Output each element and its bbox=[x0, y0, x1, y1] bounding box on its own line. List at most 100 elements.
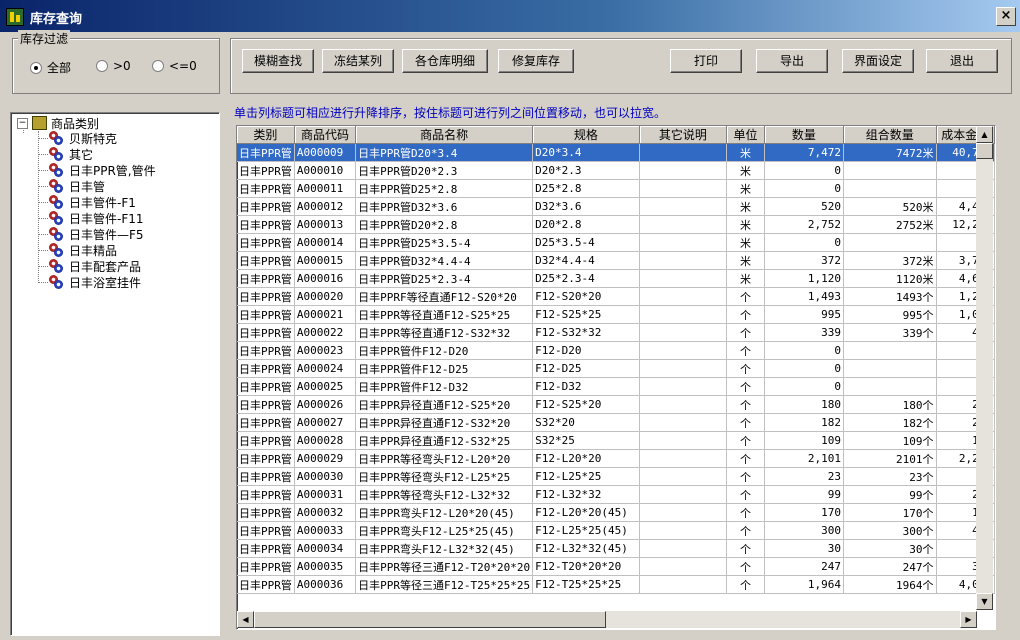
column-header[interactable]: 组合数量 bbox=[843, 126, 937, 144]
table-row[interactable]: 日丰PPR管A000014日丰PPR管D25*3.5-4D25*3.5-4米00 bbox=[237, 233, 995, 252]
horizontal-scroll-thumb[interactable] bbox=[254, 611, 606, 628]
scroll-up-icon[interactable]: ▲ bbox=[976, 126, 993, 143]
column-header[interactable]: 商品代码 bbox=[294, 126, 357, 144]
table-row[interactable]: 日丰PPR管 A000013 日丰PPR管D20*2.8 D20*2.8 米 2,752 2… bbox=[237, 215, 995, 234]
tree-item[interactable]: 日丰PPR管,管件 bbox=[49, 162, 156, 178]
print-button[interactable]: 打印 bbox=[670, 49, 742, 73]
table-row[interactable]: 日丰PPR管 A000035 日丰PPR等径三通F12-T20*20*20 F12-T… bbox=[237, 557, 995, 576]
table-cell: A000024 bbox=[294, 359, 357, 378]
table-cell: 23个 bbox=[843, 467, 937, 486]
tree-item[interactable]: 其它 bbox=[49, 146, 93, 162]
vertical-scroll-thumb[interactable] bbox=[976, 143, 993, 159]
stock-grid[interactable]: 类别 商品代码 商品名称 规格 其它说明 单位 数量 组合数量 成本金额 日丰P… bbox=[236, 125, 996, 630]
table-cell: 99 bbox=[764, 485, 844, 504]
table-cell: 23 bbox=[764, 467, 844, 486]
table-cell: D25*3.5-4 bbox=[532, 233, 640, 252]
table-row[interactable]: 日丰PPR管 A000021 日丰PPR等径直通F12-S25*25 F12-S25*… bbox=[237, 305, 995, 324]
table-cell: 日丰PPR异径直通F12-S32*20 bbox=[355, 413, 534, 432]
table-cell: 个 bbox=[726, 485, 765, 504]
tree-item[interactable]: 日丰管 bbox=[49, 178, 105, 194]
tree-item[interactable]: 日丰浴室挂件 bbox=[49, 274, 141, 290]
column-header[interactable]: 规格 bbox=[532, 126, 640, 144]
table-row[interactable]: 日丰PPR管 A000015 日丰PPR管D32*4.4-4 D32*4.4-4 米 37… bbox=[237, 251, 995, 270]
table-row[interactable]: 日丰PPR管 A000028 日丰PPR异径直通F12-S32*25 S32*25 个 1… bbox=[237, 431, 995, 450]
fuzzy-search-button[interactable]: 模糊查找 bbox=[242, 49, 314, 73]
table-row[interactable]: 日丰PPR管 A000034 日丰PPR弯头F12-L32*32(45) F12-L3… bbox=[237, 539, 995, 558]
scroll-right-icon[interactable]: ▶ bbox=[960, 611, 977, 628]
table-cell: 米 bbox=[726, 197, 765, 216]
column-header[interactable]: 商品名称 bbox=[355, 126, 534, 144]
horizontal-scrollbar[interactable]: ◀ ▶ bbox=[237, 611, 977, 628]
tree-item-label: 日丰管件-F11 bbox=[69, 211, 144, 226]
table-row[interactable]: 日丰PPR管A000025日丰PPR管件F12-D32F12-D32个00 bbox=[237, 377, 995, 396]
table-row[interactable]: 日丰PPR管 A000016 日丰PPR管D25*2.3-4 D25*2.3-4 米 1,… bbox=[237, 269, 995, 288]
filter-positive-radio[interactable]: >0 bbox=[96, 59, 131, 73]
table-cell: 日丰PPR管 bbox=[237, 503, 295, 522]
table-cell: 日丰PPR管 bbox=[237, 143, 295, 162]
tree-item[interactable]: 日丰配套产品 bbox=[49, 258, 141, 274]
column-header[interactable]: 数量 bbox=[764, 126, 844, 144]
table-cell: D25*2.8 bbox=[532, 179, 640, 198]
table-row[interactable]: 日丰PPR管 A000012 日丰PPR管D32*3.6 D32*3.6 米 520 520… bbox=[237, 197, 995, 216]
table-cell bbox=[639, 557, 728, 576]
table-cell bbox=[639, 233, 728, 252]
exit-button[interactable]: 退出 bbox=[926, 49, 998, 73]
filter-all-radio[interactable]: 全部 bbox=[30, 59, 71, 76]
close-button[interactable]: × bbox=[996, 7, 1016, 26]
table-row[interactable]: 日丰PPR管 A000029 日丰PPR等径弯头F12-L20*20 F12-L20*… bbox=[237, 449, 995, 468]
export-button[interactable]: 导出 bbox=[756, 49, 828, 73]
table-cell: 日丰PPR管D25*2.3-4 bbox=[355, 269, 534, 288]
table-cell: 个 bbox=[726, 413, 765, 432]
table-row[interactable]: 日丰PPR管 A000027 日丰PPR异径直通F12-S32*20 S32*20 个 1… bbox=[237, 413, 995, 432]
tree-item[interactable]: 日丰精品 bbox=[49, 242, 117, 258]
table-row[interactable]: 日丰PPR管A000011日丰PPR管D25*2.8D25*2.8米00 bbox=[237, 179, 995, 198]
collapse-icon[interactable]: − bbox=[17, 117, 28, 129]
tree-item[interactable]: 日丰管件—F5 bbox=[49, 226, 144, 242]
vertical-scrollbar[interactable]: ▲ ▼ bbox=[976, 126, 993, 610]
table-cell bbox=[639, 161, 728, 180]
grid-header-row: 类别 商品代码 商品名称 规格 其它说明 单位 数量 组合数量 成本金额 bbox=[237, 126, 995, 144]
scroll-left-icon[interactable]: ◀ bbox=[237, 611, 254, 628]
table-cell: A000026 bbox=[294, 395, 357, 414]
table-row[interactable]: 日丰PPR管A000023日丰PPR管件F12-D20F12-D20个00 bbox=[237, 341, 995, 360]
tree-item[interactable]: 日丰管件-F11 bbox=[49, 210, 144, 226]
table-row[interactable]: 日丰PPR管 A000022 日丰PPR等径直通F12-S32*32 F12-S32*… bbox=[237, 323, 995, 342]
warehouse-detail-button[interactable]: 各仓库明细 bbox=[402, 49, 488, 73]
freeze-column-button[interactable]: 冻结某列 bbox=[322, 49, 394, 73]
category-icon bbox=[49, 163, 63, 177]
table-cell: 个 bbox=[726, 359, 765, 378]
column-header[interactable]: 其它说明 bbox=[639, 126, 728, 144]
table-row[interactable]: 日丰PPR管 A000036 日丰PPR等径三通F12-T25*25*25 F12-T… bbox=[237, 575, 995, 594]
column-header[interactable]: 类别 bbox=[237, 126, 295, 144]
filter-nonpositive-radio[interactable]: <=0 bbox=[152, 59, 197, 73]
table-cell: 2752米 bbox=[843, 215, 937, 234]
table-row[interactable]: 日丰PPR管 A000020 日丰PPRF等径直通F12-S20*20 F12-S20… bbox=[237, 287, 995, 306]
table-row[interactable]: 日丰PPR管A000010日丰PPR管D20*2.3D20*2.3米00 bbox=[237, 161, 995, 180]
table-cell: 日丰PPR管 bbox=[237, 323, 295, 342]
table-row[interactable]: 日丰PPR管 A000030 日丰PPR等径弯头F12-L25*25 F12-L25*… bbox=[237, 467, 995, 486]
column-header[interactable]: 单位 bbox=[726, 126, 765, 144]
table-cell: 日丰PPR管 bbox=[237, 413, 295, 432]
table-row[interactable]: 日丰PPR管 A000031 日丰PPR等径弯头F12-L32*32 F12-L32*… bbox=[237, 485, 995, 504]
table-cell bbox=[843, 359, 937, 378]
table-cell: 日丰PPR等径弯头F12-L32*32 bbox=[355, 485, 534, 504]
category-tree[interactable]: − 商品类别 贝斯特克 其它 日丰PPR管,管件 日丰管 日丰管件-F1 日丰管… bbox=[10, 112, 220, 636]
tree-item[interactable]: 日丰管件-F1 bbox=[49, 194, 136, 210]
table-cell bbox=[639, 467, 728, 486]
table-row[interactable]: 日丰PPR管 A000009 日丰PPR管D20*3.4 D20*3.4 米 7,472 7… bbox=[237, 143, 995, 162]
stock-filter-title: 库存过滤 bbox=[18, 30, 71, 47]
ui-settings-button[interactable]: 界面设定 bbox=[842, 49, 914, 73]
repair-stock-button[interactable]: 修复库存 bbox=[498, 49, 574, 73]
table-cell: 日丰PPR异径直通F12-S25*20 bbox=[355, 395, 534, 414]
table-row[interactable]: 日丰PPR管 A000032 日丰PPR弯头F12-L20*20(45) F12-L2… bbox=[237, 503, 995, 522]
table-cell: A000015 bbox=[294, 251, 357, 270]
table-cell: 0 bbox=[764, 359, 844, 378]
table-cell: F12-L20*20 bbox=[532, 449, 640, 468]
table-cell: 日丰PPR管 bbox=[237, 395, 295, 414]
tree-item[interactable]: 贝斯特克 bbox=[49, 130, 117, 146]
table-row[interactable]: 日丰PPR管 A000033 日丰PPR弯头F12-L25*25(45) F12-L2… bbox=[237, 521, 995, 540]
table-cell bbox=[639, 287, 728, 306]
table-row[interactable]: 日丰PPR管A000024日丰PPR管件F12-D25F12-D25个00 bbox=[237, 359, 995, 378]
table-row[interactable]: 日丰PPR管 A000026 日丰PPR异径直通F12-S25*20 F12-S25*… bbox=[237, 395, 995, 414]
scroll-down-icon[interactable]: ▼ bbox=[976, 593, 993, 610]
